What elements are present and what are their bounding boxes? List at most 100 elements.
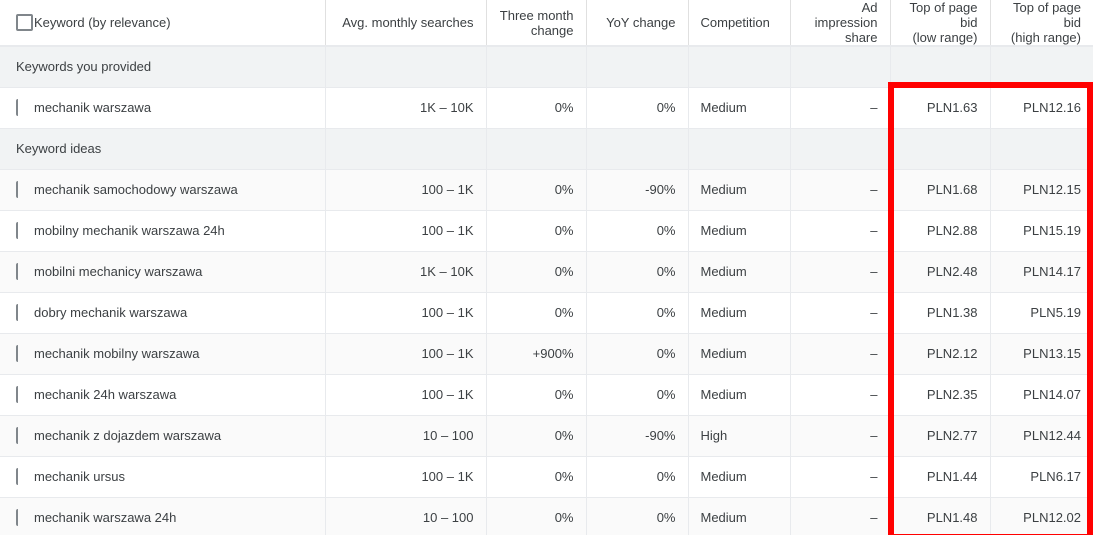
group-header-label: Keywords you provided xyxy=(0,46,325,88)
row-checkbox[interactable] xyxy=(16,345,18,363)
avg-monthly-searches-cell: 1K – 10K xyxy=(324,87,486,129)
three-month-change-cell: 0% xyxy=(485,251,586,293)
yoy-change-cell: 0% xyxy=(585,456,688,498)
table-row[interactable]: mechanik warszawa 1K – 10K 0% 0% Medium – PLN1… xyxy=(0,87,1093,129)
ad-impression-share-cell: – xyxy=(789,374,890,416)
keyword-cell[interactable]: mechanik mobilny warszawa xyxy=(18,333,325,375)
table-row[interactable]: mechanik mobilny warszawa 100 – 1K +900% 0%… xyxy=(0,333,1093,375)
group-header-spacer xyxy=(585,46,688,88)
three-month-change-cell: 0% xyxy=(485,169,586,211)
yoy-change-cell: -90% xyxy=(585,415,688,457)
keyword-cell[interactable]: mechanik warszawa 24h xyxy=(18,497,325,535)
column-header-bid-low[interactable]: Top of page bid (low range) xyxy=(889,0,990,47)
group-header-spacer xyxy=(485,128,586,170)
avg-monthly-searches-cell: 10 – 100 xyxy=(324,497,486,535)
avg-monthly-searches-cell: 100 – 1K xyxy=(324,374,486,416)
table-row[interactable]: mechanik samochodowy warszawa 100 – 1K 0% -… xyxy=(0,169,1093,211)
bid-high-cell: PLN14.07 xyxy=(989,374,1093,416)
row-select-cell[interactable] xyxy=(0,210,18,252)
table-row[interactable]: mobilni mechanicy warszawa 1K – 10K 0% 0% Me… xyxy=(0,251,1093,293)
keyword-cell[interactable]: mechanik ursus xyxy=(18,456,325,498)
yoy-change-cell: 0% xyxy=(585,374,688,416)
group-header-spacer xyxy=(324,128,486,170)
competition-cell: Medium xyxy=(687,292,790,334)
keyword-cell[interactable]: dobry mechanik warszawa xyxy=(18,292,325,334)
column-header-keyword[interactable]: Keyword (by relevance) xyxy=(18,0,325,47)
ad-impression-share-line2: share xyxy=(844,30,878,45)
bid-low-cell: PLN2.12 xyxy=(889,333,990,375)
bid-low-cell: PLN1.44 xyxy=(889,456,990,498)
row-select-cell[interactable] xyxy=(0,374,18,416)
row-checkbox[interactable] xyxy=(16,263,18,281)
bid-high-cell: PLN12.02 xyxy=(989,497,1093,535)
keyword-cell[interactable]: mechanik z dojazdem warszawa xyxy=(18,415,325,457)
row-select-cell[interactable] xyxy=(0,456,18,498)
table-row[interactable]: mechanik z dojazdem warszawa 10 – 100 0% -9… xyxy=(0,415,1093,457)
select-all-checkbox[interactable] xyxy=(16,14,33,32)
bid-low-cell: PLN2.48 xyxy=(889,251,990,293)
group-header-spacer xyxy=(485,46,586,88)
row-select-cell[interactable] xyxy=(0,169,18,211)
three-month-change-cell: 0% xyxy=(485,292,586,334)
competition-cell: Medium xyxy=(687,210,790,252)
table-row[interactable]: mechanik warszawa 24h 10 – 100 0% 0% Medium –… xyxy=(0,497,1093,535)
bid-low-line2: (low range) xyxy=(912,30,978,45)
group-header-spacer xyxy=(324,46,486,88)
column-header-bid-high[interactable]: Top of page bid (high range) xyxy=(989,0,1093,47)
keyword-cell[interactable]: mobilny mechanik warszawa 24h xyxy=(18,210,325,252)
ad-impression-share-cell: – xyxy=(789,415,890,457)
competition-cell: High xyxy=(687,415,790,457)
ad-impression-share-line1: Ad impression xyxy=(814,0,878,30)
row-select-cell[interactable] xyxy=(0,497,18,535)
competition-cell: Medium xyxy=(687,251,790,293)
row-checkbox[interactable] xyxy=(16,509,18,527)
competition-cell: Medium xyxy=(687,497,790,535)
bid-high-cell: PLN12.44 xyxy=(989,415,1093,457)
competition-cell: Medium xyxy=(687,456,790,498)
avg-monthly-searches-cell: 10 – 100 xyxy=(324,415,486,457)
group-header-row: Keyword ideas xyxy=(0,128,1093,170)
three-month-change-cell: 0% xyxy=(485,87,586,129)
group-header-spacer xyxy=(889,128,990,170)
group-header-spacer xyxy=(989,128,1093,170)
row-checkbox[interactable] xyxy=(16,468,18,486)
table-row[interactable]: mechanik 24h warszawa 100 – 1K 0% 0% Medium –… xyxy=(0,374,1093,416)
table-row[interactable]: mechanik ursus 100 – 1K 0% 0% Medium – PLN1.44… xyxy=(0,456,1093,498)
row-select-cell[interactable] xyxy=(0,251,18,293)
keyword-cell[interactable]: mechanik 24h warszawa xyxy=(18,374,325,416)
yoy-change-cell: -90% xyxy=(585,169,688,211)
bid-low-cell: PLN1.68 xyxy=(889,169,990,211)
row-checkbox[interactable] xyxy=(16,386,18,404)
yoy-change-cell: 0% xyxy=(585,251,688,293)
group-header-spacer xyxy=(585,128,688,170)
bid-low-cell: PLN2.77 xyxy=(889,415,990,457)
avg-monthly-searches-cell: 100 – 1K xyxy=(324,292,486,334)
table-body: Keywords you provided mechanik warszawa 1K… xyxy=(0,46,1093,535)
column-header-yoy-change[interactable]: YoY change xyxy=(585,0,688,47)
row-select-cell[interactable] xyxy=(0,333,18,375)
keyword-cell[interactable]: mobilni mechanicy warszawa xyxy=(18,251,325,293)
row-checkbox[interactable] xyxy=(16,304,18,322)
column-header-three-month-change[interactable]: Three month change xyxy=(485,0,586,47)
competition-cell: Medium xyxy=(687,169,790,211)
ad-impression-share-cell: – xyxy=(789,497,890,535)
table-header: Keyword (by relevance) Avg. monthly sear… xyxy=(0,0,1093,47)
bid-high-line1: Top of page bid xyxy=(1013,0,1081,30)
table-row[interactable]: mobilny mechanik warszawa 24h 100 – 1K 0% 0… xyxy=(0,210,1093,252)
row-checkbox[interactable] xyxy=(16,222,18,240)
row-checkbox[interactable] xyxy=(16,427,18,445)
column-header-ad-impression-share[interactable]: Ad impression share xyxy=(789,0,890,47)
row-checkbox[interactable] xyxy=(16,181,18,199)
bid-high-cell: PLN14.17 xyxy=(989,251,1093,293)
column-header-competition[interactable]: Competition xyxy=(687,0,790,47)
row-select-cell[interactable] xyxy=(0,292,18,334)
row-checkbox[interactable] xyxy=(16,99,18,117)
keyword-cell[interactable]: mechanik samochodowy warszawa xyxy=(18,169,325,211)
bid-high-line2: (high range) xyxy=(1010,30,1081,45)
column-header-avg-monthly-searches[interactable]: Avg. monthly searches xyxy=(324,0,486,47)
table-row[interactable]: dobry mechanik warszawa 100 – 1K 0% 0% Mediu… xyxy=(0,292,1093,334)
row-select-cell[interactable] xyxy=(0,415,18,457)
row-select-cell[interactable] xyxy=(0,87,18,129)
keyword-cell[interactable]: mechanik warszawa xyxy=(18,87,325,129)
ad-impression-share-cell: – xyxy=(789,169,890,211)
